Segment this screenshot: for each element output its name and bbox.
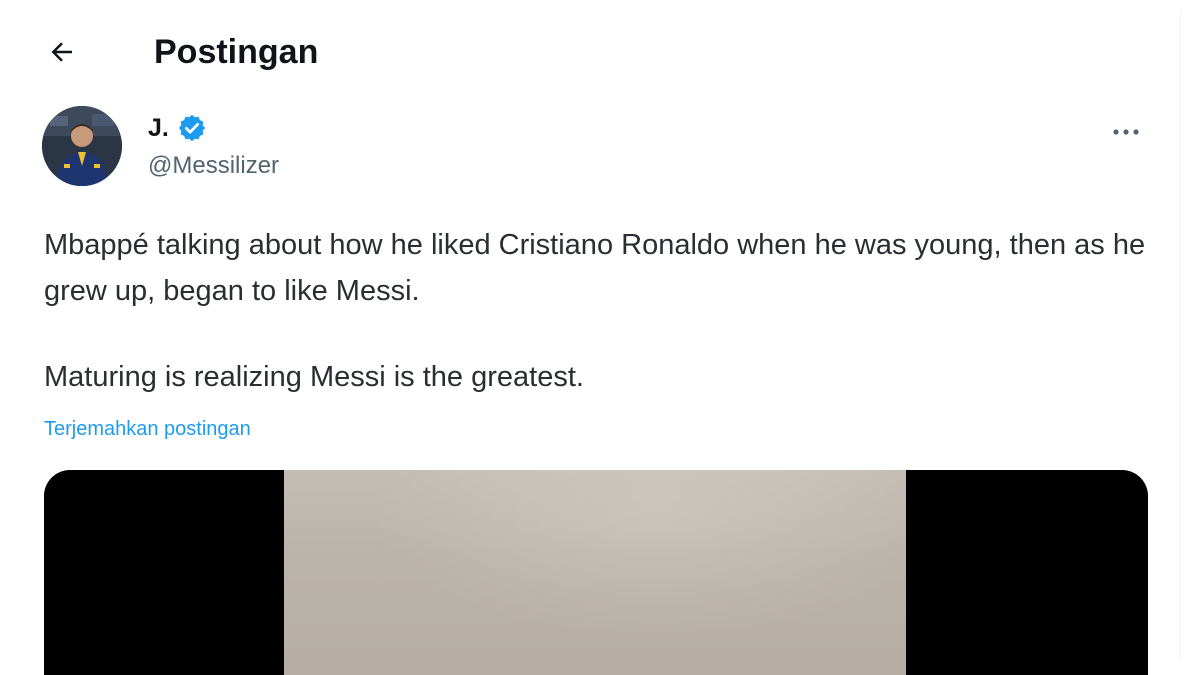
- page-header: Postingan: [0, 0, 1180, 100]
- avatar[interactable]: [42, 106, 122, 186]
- author-name[interactable]: J.: [148, 112, 169, 144]
- post-page: Postingan J. @Messilizer Mbappé talking …: [0, 0, 1200, 675]
- verified-badge-icon: [177, 113, 207, 143]
- post-text-paragraph: Maturing is realizing Messi is the great…: [44, 361, 584, 393]
- more-options-button[interactable]: [1104, 114, 1148, 150]
- back-button[interactable]: [40, 30, 84, 74]
- author-name-line[interactable]: J.: [148, 110, 207, 146]
- column-divider: [1180, 10, 1181, 660]
- arrow-left-icon: [51, 42, 72, 62]
- post-text: Mbappé talking about how he liked Cristi…: [44, 222, 1154, 400]
- video-thumbnail[interactable]: [284, 470, 906, 675]
- post-text-paragraph: Mbappé talking about how he liked Cristi…: [44, 229, 1146, 307]
- video-thumbnail-shade: [284, 470, 906, 675]
- post-author: J. @Messilizer: [42, 106, 1152, 188]
- page-title: Postingan: [154, 33, 319, 71]
- author-handle[interactable]: @Messilizer: [148, 150, 279, 182]
- translate-post-link[interactable]: Terjemahkan postingan: [44, 414, 251, 444]
- more-horizontal-icon: [1113, 129, 1139, 135]
- avatar-image: [42, 106, 122, 186]
- post-video[interactable]: [44, 470, 1148, 675]
